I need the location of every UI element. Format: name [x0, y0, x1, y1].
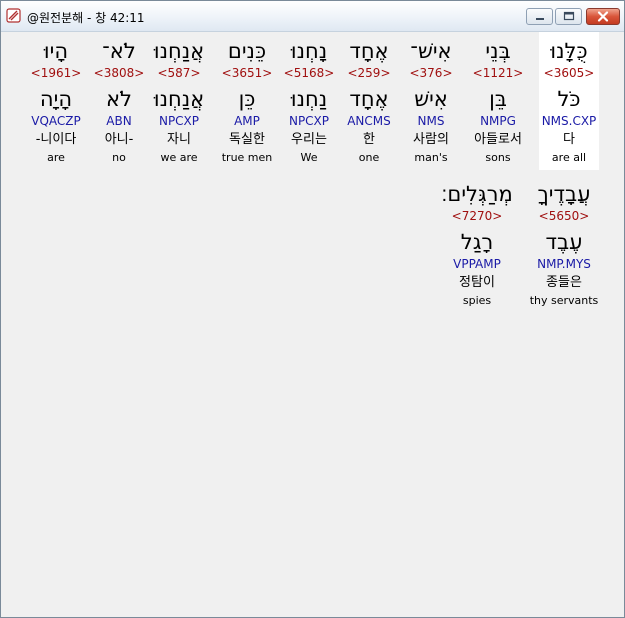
english-gloss: are all — [551, 151, 587, 164]
app-icon — [6, 8, 21, 23]
hebrew-word: בְּנֵי — [485, 39, 511, 63]
strong-number: <7270> — [451, 209, 503, 223]
strong-number: <259> — [347, 66, 391, 80]
hebrew-word: אֲנַחְנוּ — [153, 39, 205, 63]
word-cell[interactable]: לֹא־ <3808> לֹא ABN 아니- no — [89, 32, 149, 170]
morph-code: ANCMS — [347, 114, 391, 128]
hebrew-word: מְרַגְּלִים׃ — [441, 182, 513, 206]
word-cell[interactable]: אֶחָד <259> אֶחָד ANCMS 한 one — [339, 32, 399, 170]
strong-number: <3808> — [93, 66, 145, 80]
hebrew-word: לֹא־ — [102, 39, 136, 63]
morph-code: NMP.MYS — [537, 257, 591, 271]
korean-gloss: 우리는 — [291, 132, 327, 147]
korean-gloss: 독실한 — [229, 132, 265, 147]
hebrew-word: אֶחָד — [349, 39, 389, 63]
strong-number: <5168> — [283, 66, 335, 80]
word-cell[interactable]: בְּנֵי <1121> בֵּן NMPG 아들로서 sons — [468, 32, 528, 170]
strong-number: <376> — [409, 66, 453, 80]
minimize-button[interactable] — [526, 8, 553, 25]
strong-number: <587> — [157, 66, 201, 80]
lemma-word: לֹא — [106, 87, 132, 111]
window-title: @원전분해 - 창 42:11 — [27, 11, 145, 25]
lemma-word: אֲנַחְנוּ — [153, 87, 205, 111]
morph-code: NMS — [417, 114, 445, 128]
close-button[interactable] — [586, 8, 620, 25]
lemma-word: כֵּן — [238, 87, 256, 111]
korean-gloss: 다 — [563, 132, 575, 147]
morph-code: VPPAMP — [453, 257, 501, 271]
morph-code: NMPG — [480, 114, 516, 128]
lemma-word: כֹּל — [557, 87, 581, 111]
strong-number: <1961> — [30, 66, 82, 80]
word-cell[interactable]: אִישׁ־ <376> אִישׁ NMS 사람의 man's — [401, 32, 461, 170]
lemma-word: נַחְנוּ — [290, 87, 328, 111]
hebrew-word: כֻּלָּנוּ — [550, 39, 588, 63]
app-window: @원전분해 - 창 42:11 כֻּלָּנוּ <3605> כֹּל NM… — [0, 0, 625, 618]
lemma-word: אֶחָד — [349, 87, 389, 111]
english-gloss: man's — [414, 151, 448, 164]
hebrew-word: הָיוּ — [43, 39, 69, 63]
morph-code: NPCXP — [158, 114, 200, 128]
maximize-icon — [563, 11, 575, 21]
morph-code: NMS.CXP — [541, 114, 597, 128]
korean-gloss: -니이다 — [35, 132, 77, 147]
korean-gloss: 아니- — [104, 132, 134, 147]
morph-code: AMP — [234, 114, 260, 128]
word-cell[interactable]: הָיוּ <1961> הָיָה VQACZP -니이다 are — [26, 32, 86, 170]
english-gloss: thy servants — [529, 294, 599, 307]
close-icon — [597, 11, 609, 22]
word-cell[interactable]: אֲנַחְנוּ <587> אֲנַחְנוּ NPCXP 자니 we ar… — [149, 32, 209, 170]
word-cell[interactable]: נָחְנוּ <5168> נַחְנוּ NPCXP 우리는 We — [279, 32, 339, 170]
hebrew-word: עֲבָדֶיךָ — [537, 182, 591, 206]
word-cell[interactable]: כֻּלָּנוּ <3605> כֹּל NMS.CXP 다 are all — [539, 32, 599, 170]
hebrew-word: כֵּנִים — [227, 39, 267, 63]
lemma-word: בֵּן — [489, 87, 507, 111]
korean-gloss: 한 — [363, 132, 375, 147]
lemma-word: עֶבֶד — [545, 230, 583, 254]
hebrew-word: אִישׁ־ — [410, 39, 452, 63]
strong-number: <5650> — [538, 209, 590, 223]
english-gloss: We — [300, 151, 318, 164]
korean-gloss: 자니 — [167, 132, 191, 147]
english-gloss: are — [47, 151, 65, 164]
title-bar[interactable]: @원전분해 - 창 42:11 — [1, 1, 624, 32]
minimize-icon — [536, 18, 544, 20]
morph-code: VQACZP — [31, 114, 81, 128]
english-gloss: spies — [462, 294, 492, 307]
lemma-word: אִישׁ — [414, 87, 448, 111]
lemma-word: הָיָה — [39, 87, 73, 111]
english-gloss: no — [112, 151, 126, 164]
korean-gloss: 아들로서 — [474, 132, 522, 147]
morph-code: ABN — [106, 114, 132, 128]
english-gloss: sons — [485, 151, 511, 164]
korean-gloss: 정탐이 — [459, 275, 495, 290]
word-cell[interactable]: עֲבָדֶיךָ <5650> עֶבֶד NMP.MYS 종들은 thy s… — [522, 175, 606, 313]
english-gloss: one — [358, 151, 380, 164]
english-gloss: we are — [160, 151, 198, 164]
strong-number: <1121> — [472, 66, 524, 80]
english-gloss: true men — [221, 151, 273, 164]
hebrew-word: נָחְנוּ — [290, 39, 328, 63]
lemma-word: רָגַל — [460, 230, 494, 254]
strong-number: <3605> — [543, 66, 595, 80]
strong-number: <3651> — [221, 66, 273, 80]
analysis-area: כֻּלָּנוּ <3605> כֹּל NMS.CXP 다 are all … — [6, 32, 619, 612]
korean-gloss: 사람의 — [413, 132, 449, 147]
word-cell[interactable]: כֵּנִים <3651> כֵּן AMP 독실한 true men — [217, 32, 277, 170]
word-cell[interactable]: מְרַגְּלִים׃ <7270> רָגַל VPPAMP 정탐이 spi… — [431, 175, 523, 313]
korean-gloss: 종들은 — [546, 275, 582, 290]
morph-code: NPCXP — [288, 114, 330, 128]
maximize-button[interactable] — [555, 8, 582, 25]
